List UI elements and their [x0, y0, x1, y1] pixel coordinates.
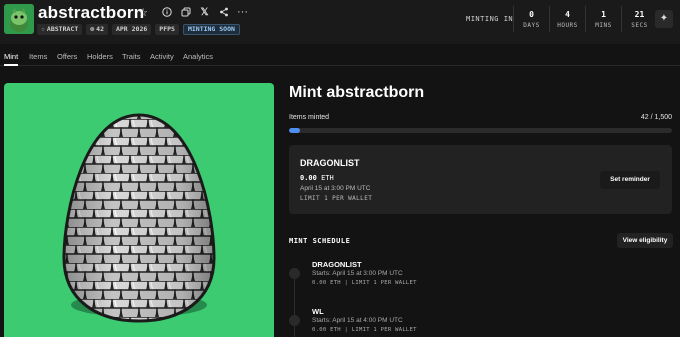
tab-activity[interactable]: Activity [150, 52, 174, 61]
schedule-item-start: Starts: April 15 at 4:00 PM UTC [312, 317, 403, 324]
collection-badges: ☆ ABSTRACT ⊚ 42 APR 2026 PFPS MINTING SOON [37, 24, 240, 35]
items-minted-label: Items minted [289, 114, 330, 121]
chain-badge: ☆ ABSTRACT [37, 24, 83, 35]
set-reminder-button[interactable]: Set reminder [600, 171, 660, 189]
star-icon[interactable]: ☆ [132, 5, 154, 19]
mint-progress-bar [289, 128, 672, 133]
countdown-hours: 4 HOURS [549, 6, 585, 32]
phase-price: 0.00 ETH [300, 174, 334, 182]
items-minted-count: 42 / 1,500 [640, 114, 672, 121]
mint-progress-fill [289, 128, 300, 133]
countdown-days: 0 DAYS [513, 6, 549, 32]
active-tab-indicator [4, 64, 18, 66]
collection-artwork [4, 83, 274, 337]
collection-title: abstractborn [38, 3, 145, 22]
countdown: 0 DAYS 4 HOURS 1 MINS 21 SECS [513, 6, 657, 32]
minting-in-label: MINTING IN [466, 15, 514, 23]
copy-icon[interactable] [176, 5, 195, 19]
schedule-item-name: WL [312, 307, 324, 316]
tab-items[interactable]: Items [29, 52, 47, 61]
schedule-item-limit: 0.00 ETH | LIMIT 1 PER WALLET [312, 327, 417, 333]
x-logo-icon[interactable]: 𝕏 [195, 5, 214, 19]
phase-date: April 15 at 3:00 PM UTC [300, 185, 371, 192]
items-icon: ⊚ [90, 25, 95, 33]
current-phase-card: DRAGONLIST 0.00 ETH April 15 at 3:00 PM … [289, 145, 672, 214]
collection-avatar[interactable] [4, 4, 34, 34]
tab-mint[interactable]: Mint [4, 52, 18, 61]
status-badge: MINTING SOON [182, 24, 240, 35]
more-icon[interactable]: ··· [233, 5, 252, 19]
tab-traits[interactable]: Traits [122, 52, 140, 61]
abstract-icon: ☆ [41, 25, 45, 33]
sparkle-icon[interactable]: ✦ [655, 10, 673, 28]
chain-label: ABSTRACT [46, 25, 79, 33]
tab-offers[interactable]: Offers [57, 52, 77, 61]
item-count-label: 42 [96, 25, 104, 33]
date-badge: APR 2026 [111, 24, 152, 35]
info-icon[interactable] [157, 5, 176, 19]
item-count-badge: ⊚ 42 [86, 24, 108, 35]
schedule-timeline [294, 270, 295, 337]
phase-name: DRAGONLIST [300, 158, 360, 168]
view-eligibility-button[interactable]: View eligibility [617, 233, 673, 248]
schedule-dot [289, 315, 300, 326]
schedule-dot [289, 268, 300, 279]
countdown-mins: 1 MINS [585, 6, 621, 32]
countdown-secs: 21 SECS [621, 6, 657, 32]
schedule-item-limit: 0.00 ETH | LIMIT 1 PER WALLET [312, 280, 417, 286]
phase-limit: LIMIT 1 PER WALLET [300, 195, 373, 202]
category-badge: PFPS [155, 24, 179, 35]
mint-title: Mint abstractborn [289, 84, 425, 101]
mint-schedule-title: MINT SCHEDULE [289, 237, 351, 245]
share-icon[interactable] [214, 5, 233, 19]
collection-tabs: Mint Items Offers Holders Traits Activit… [0, 44, 680, 66]
schedule-item-start: Starts: April 15 at 3:00 PM UTC [312, 270, 403, 277]
tab-holders[interactable]: Holders [87, 52, 113, 61]
tab-analytics[interactable]: Analytics [183, 52, 213, 61]
collection-header: abstractborn ☆ 𝕏 ··· ☆ ABSTRACT ⊚ 42 APR 2… [0, 0, 680, 44]
schedule-item-name: DRAGONLIST [312, 260, 362, 269]
